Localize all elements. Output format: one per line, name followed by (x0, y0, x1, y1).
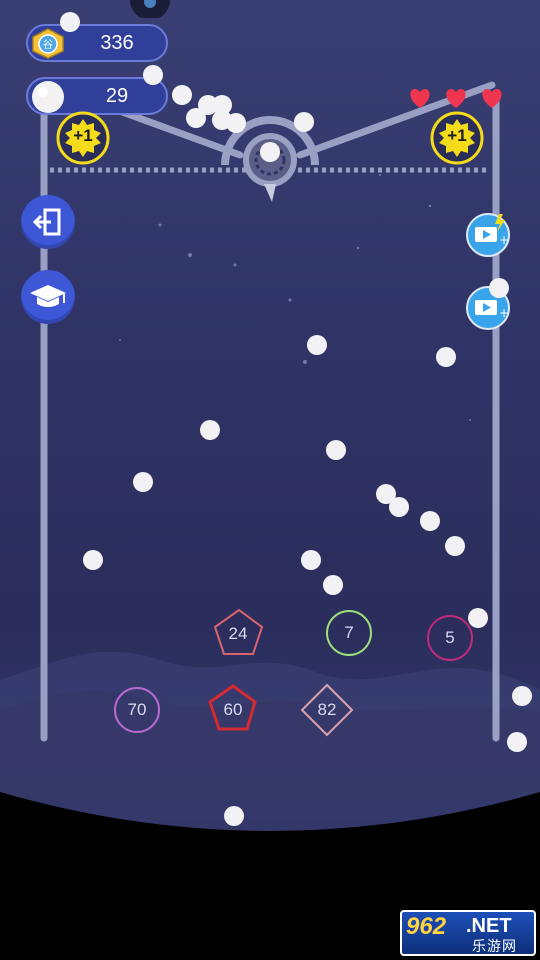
ball (468, 608, 488, 628)
ball-layer (60, 12, 532, 826)
ball (224, 806, 244, 826)
settings-icon[interactable] (128, 0, 172, 18)
watermark-text: 乐游网 (472, 938, 517, 954)
ball (326, 440, 346, 460)
ball (420, 511, 440, 531)
site-watermark: 962 .NET 乐游网 (400, 910, 536, 956)
ball (489, 278, 509, 298)
ball (436, 347, 456, 367)
ball (445, 536, 465, 556)
ball (226, 113, 246, 133)
ball (301, 550, 321, 570)
ball (133, 472, 153, 492)
ball (60, 12, 80, 32)
watermark-digits: 962 (406, 913, 447, 940)
ball (307, 335, 327, 355)
watermark-suffix: .NET (466, 915, 512, 937)
ball (507, 732, 527, 752)
ball (83, 550, 103, 570)
ball (143, 65, 163, 85)
ball (294, 112, 314, 132)
ball (200, 420, 220, 440)
ball (389, 497, 409, 517)
ball (260, 142, 280, 162)
ball (323, 575, 343, 595)
ball (512, 686, 532, 706)
ball (172, 85, 192, 105)
